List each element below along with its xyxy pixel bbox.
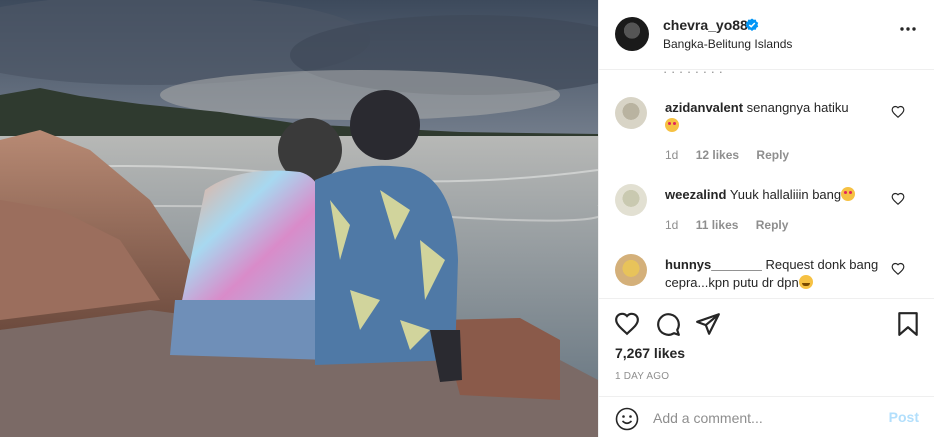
star-struck-emoji-icon: [841, 187, 856, 201]
comment-text: hunnys_______ Request donk bang cepra...…: [665, 256, 887, 292]
reply-button[interactable]: Reply: [756, 148, 789, 162]
smiley-icon[interactable]: [615, 407, 639, 431]
comment-meta: 1d 11 likes Reply: [665, 218, 802, 232]
post-actions: 7,267 likes 1 DAY AGO: [599, 298, 934, 408]
clipped-previous-comment: · · · · · · · ·: [663, 70, 723, 79]
add-comment-input[interactable]: [653, 405, 873, 431]
comment-text: weezalind Yuuk hallaliiin bang: [665, 186, 887, 204]
add-comment-bar: Post: [599, 396, 934, 437]
comments-list[interactable]: · · · · · · · · azidanvalent senangnya h…: [599, 70, 934, 298]
heart-icon[interactable]: [891, 262, 905, 276]
post-username[interactable]: chevra_yo88: [663, 17, 748, 33]
share-icon[interactable]: [695, 311, 721, 337]
avatar[interactable]: [615, 254, 647, 286]
comment-username[interactable]: hunnys_______: [665, 257, 762, 272]
reply-button[interactable]: Reply: [756, 218, 789, 232]
avatar[interactable]: [615, 184, 647, 216]
bookmark-icon[interactable]: [895, 311, 921, 337]
comment-username[interactable]: azidanvalent: [665, 100, 743, 115]
comment-body: Yuuk hallaliiin bang: [729, 187, 842, 202]
heart-icon[interactable]: [614, 311, 640, 337]
comment-time: 1d: [665, 218, 679, 232]
post-side-panel: chevra_yo88 Bangka-Belitung Islands · · …: [598, 0, 934, 437]
comment-username[interactable]: weezalind: [665, 187, 726, 202]
comment-body: senangnya hatiku: [746, 100, 849, 115]
comment-time: 1d: [665, 148, 679, 162]
heart-icon[interactable]: [891, 105, 905, 119]
post-comment-button[interactable]: Post: [889, 409, 919, 425]
comment-icon[interactable]: [655, 311, 681, 337]
post-header: chevra_yo88 Bangka-Belitung Islands: [599, 0, 934, 70]
post-location[interactable]: Bangka-Belitung Islands: [663, 37, 792, 51]
verified-badge-icon: [745, 18, 759, 31]
post-photo[interactable]: [0, 0, 598, 437]
avatar[interactable]: [615, 97, 647, 129]
beach-couple-image: [0, 0, 598, 437]
heart-icon[interactable]: [891, 192, 905, 206]
comment-text: azidanvalent senangnya hatiku: [665, 99, 887, 135]
grinning-emoji-icon: [798, 275, 813, 289]
comment-meta: 1d 12 likes Reply: [665, 148, 803, 162]
avatar[interactable]: [615, 17, 649, 51]
comment-likes[interactable]: 12 likes: [696, 148, 739, 162]
likes-count[interactable]: 7,267 likes: [615, 345, 685, 361]
post-timestamp[interactable]: 1 DAY AGO: [615, 371, 669, 382]
comment-likes[interactable]: 11 likes: [696, 218, 739, 232]
more-horizontal-icon[interactable]: [899, 26, 917, 32]
star-struck-emoji-icon: [665, 118, 679, 132]
